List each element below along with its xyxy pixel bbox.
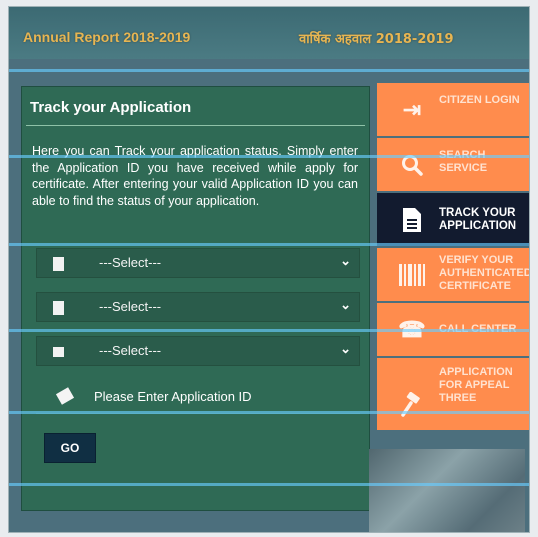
card-icon (53, 347, 64, 357)
menu-item-label: TRACK YOUR APPLICATION (439, 207, 517, 232)
select-dropdown-1[interactable]: ---Select--- ⌄ (36, 248, 360, 278)
tag-icon (55, 387, 75, 405)
menu-item-label: VERIFY YOUR AUTHENTICATED CERTIFICATE (439, 254, 530, 292)
menu-item-verify-certificate[interactable]: VERIFY YOUR AUTHENTICATED CERTIFICATE (377, 248, 530, 301)
menu-item-label: SEARCH SERVICE (439, 149, 488, 174)
select-value: ---Select--- (99, 255, 162, 270)
background-image (369, 449, 525, 532)
barcode-icon (395, 258, 429, 292)
screen-glare (9, 243, 529, 246)
menu-item-label: CITIZEN LOGIN (439, 94, 520, 106)
page-frame: Annual Report 2018-2019 वार्षिक अहवाल 20… (8, 6, 530, 533)
screen-glare (9, 69, 529, 72)
chevron-down-icon: ⌄ (340, 253, 351, 268)
panel-title: Track your Application (30, 99, 192, 116)
menu-item-search-service[interactable]: SEARCH SERVICE (377, 138, 529, 191)
menu-item-label: APPLICATION FOR APPEAL THREE (439, 366, 513, 404)
select-value: ---Select--- (99, 343, 162, 358)
menu-item-appeal-three[interactable]: APPLICATION FOR APPEAL THREE (377, 358, 529, 430)
menu-item-track-application[interactable]: TRACK YOUR APPLICATION (377, 193, 529, 246)
screen-glare (9, 155, 529, 158)
select-value: ---Select--- (99, 299, 162, 314)
document-icon (53, 301, 64, 315)
file-icon (395, 203, 429, 237)
screen-glare (9, 411, 529, 414)
search-icon (395, 148, 429, 182)
title-divider (26, 125, 365, 126)
screen-glare (9, 329, 529, 332)
annual-report-english-link[interactable]: Annual Report 2018-2019 (23, 29, 190, 45)
menu-item-citizen-login[interactable]: ⇥ CITIZEN LOGIN (377, 83, 529, 136)
select-dropdown-2[interactable]: ---Select--- ⌄ (36, 292, 360, 322)
chevron-down-icon: ⌄ (340, 297, 351, 312)
gavel-icon (395, 388, 429, 422)
chevron-down-icon: ⌄ (340, 341, 351, 356)
track-application-panel: Track your Application Here you can Trac… (21, 86, 370, 511)
go-button[interactable]: GO (44, 433, 96, 463)
header-bar: Annual Report 2018-2019 वार्षिक अहवाल 20… (9, 7, 529, 59)
annual-report-hindi-link[interactable]: वार्षिक अहवाल 2018-2019 (299, 29, 454, 47)
document-icon (53, 257, 64, 271)
screen-glare (9, 483, 529, 486)
panel-description: Here you can Track your application stat… (32, 144, 358, 208)
select-dropdown-3[interactable]: ---Select--- ⌄ (36, 336, 360, 366)
application-id-input[interactable] (94, 384, 354, 408)
application-id-field-row (36, 380, 360, 414)
login-icon: ⇥ (402, 97, 422, 122)
